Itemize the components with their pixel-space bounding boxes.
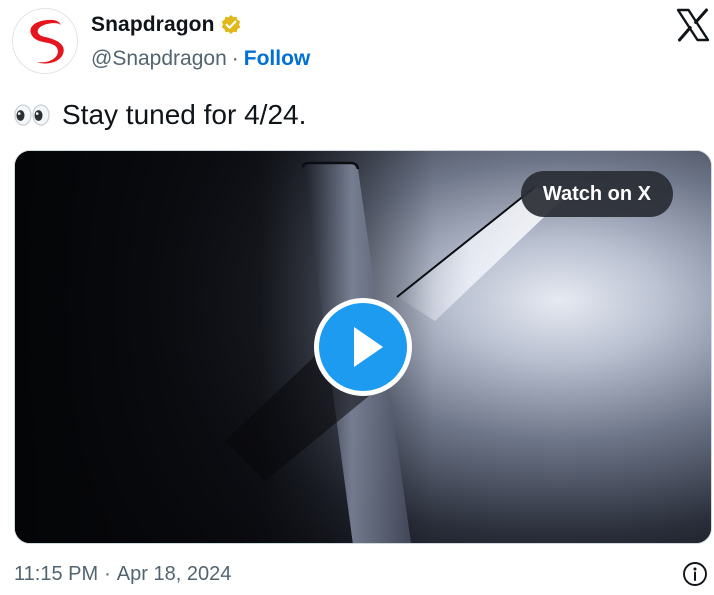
video-player[interactable]: Watch on X xyxy=(14,150,712,544)
author-display-name[interactable]: Snapdragon xyxy=(91,13,215,37)
author-handle-row: @Snapdragon · Follow xyxy=(91,46,310,72)
tweet-text: Stay tuned for 4/24. xyxy=(62,99,307,130)
play-button[interactable] xyxy=(314,298,412,396)
timestamp-separator: · xyxy=(104,562,111,585)
watch-on-x-button[interactable]: Watch on X xyxy=(520,171,673,217)
verified-badge-icon xyxy=(221,15,240,34)
play-icon xyxy=(354,327,383,367)
follow-button[interactable]: Follow xyxy=(244,47,311,71)
x-logo-icon[interactable] xyxy=(676,8,710,42)
snapdragon-logo-icon xyxy=(14,10,76,72)
info-icon[interactable] xyxy=(682,561,708,587)
eyes-emoji-icon xyxy=(14,104,50,126)
tweet-text-row: Stay tuned for 4/24. xyxy=(14,96,306,134)
tweet-timestamp[interactable]: 11:15 PM · Apr 18, 2024 xyxy=(14,560,231,588)
avatar[interactable] xyxy=(12,8,78,74)
tweet-time: 11:15 PM xyxy=(14,562,99,585)
tweet-embed: Snapdragon @Snapdragon · Follow Stay tun… xyxy=(0,0,714,595)
author-handle[interactable]: @Snapdragon xyxy=(91,47,227,71)
tweet-date: Apr 18, 2024 xyxy=(116,562,232,585)
handle-separator: · xyxy=(231,47,239,70)
author-name-row: Snapdragon xyxy=(91,12,242,38)
